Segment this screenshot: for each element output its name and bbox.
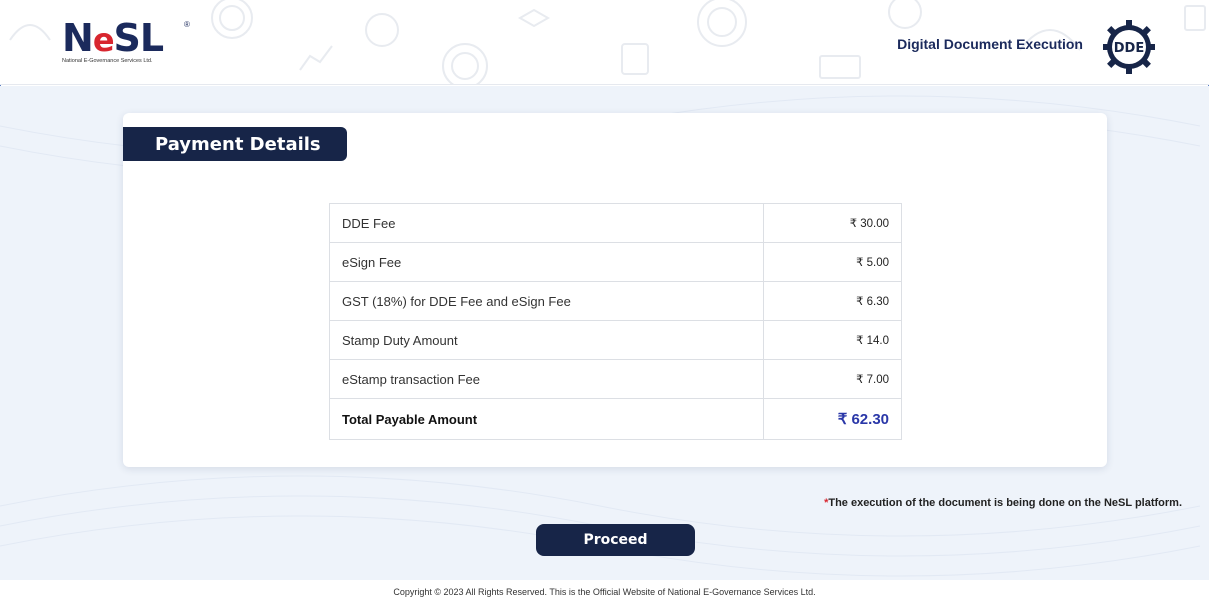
fee-row: DDE Fee ₹ 30.00 bbox=[329, 203, 902, 243]
payment-details-heading: Payment Details bbox=[123, 127, 347, 161]
fee-amount: ₹ 5.00 bbox=[763, 242, 902, 282]
fee-label: eStamp transaction Fee bbox=[329, 359, 764, 399]
logo-registered-mark: ® bbox=[184, 20, 190, 29]
fee-amount: ₹ 6.30 bbox=[763, 281, 902, 321]
note-text: The execution of the document is being d… bbox=[828, 497, 1182, 509]
logo-letter-e: e bbox=[92, 21, 115, 59]
fee-amount: ₹ 30.00 bbox=[763, 203, 902, 243]
fee-amount: ₹ 7.00 bbox=[763, 359, 902, 399]
logo-wordmark: NeSL bbox=[62, 18, 192, 60]
logo-letter-n: N bbox=[62, 16, 94, 60]
fee-label: Stamp Duty Amount bbox=[329, 320, 764, 360]
logo-letters-sl: SL bbox=[113, 16, 165, 60]
proceed-button[interactable]: Proceed bbox=[536, 524, 695, 556]
nesl-logo[interactable]: NeSL ® National E-Governance Services Lt… bbox=[62, 18, 192, 68]
header: NeSL ® National E-Governance Services Lt… bbox=[0, 0, 1209, 85]
footer-copyright: Copyright © 2023 All Rights Reserved. Th… bbox=[0, 580, 1209, 606]
fee-label: eSign Fee bbox=[329, 242, 764, 282]
total-amount: ₹ 62.30 bbox=[763, 398, 902, 440]
app-title: Digital Document Execution bbox=[897, 36, 1083, 52]
fee-row: eSign Fee ₹ 5.00 bbox=[329, 242, 902, 282]
fee-label: DDE Fee bbox=[329, 203, 764, 243]
fee-amount: ₹ 14.0 bbox=[763, 320, 902, 360]
fee-row: eStamp transaction Fee ₹ 7.00 bbox=[329, 359, 902, 399]
badge-label: DDE bbox=[1114, 41, 1144, 56]
fee-row: Stamp Duty Amount ₹ 14.0 bbox=[329, 320, 902, 360]
logo-subtitle: National E-Governance Services Ltd. bbox=[62, 58, 153, 64]
fee-row: GST (18%) for DDE Fee and eSign Fee ₹ 6.3… bbox=[329, 281, 902, 321]
total-label: Total Payable Amount bbox=[329, 398, 764, 440]
total-row: Total Payable Amount ₹ 62.30 bbox=[329, 398, 902, 440]
fee-label: GST (18%) for DDE Fee and eSign Fee bbox=[329, 281, 764, 321]
dde-badge-icon: DDE bbox=[1103, 20, 1155, 74]
platform-note: *The execution of the document is being … bbox=[824, 497, 1182, 509]
fee-table: DDE Fee ₹ 30.00 eSign Fee ₹ 5.00 GST (18%) f… bbox=[329, 203, 902, 440]
